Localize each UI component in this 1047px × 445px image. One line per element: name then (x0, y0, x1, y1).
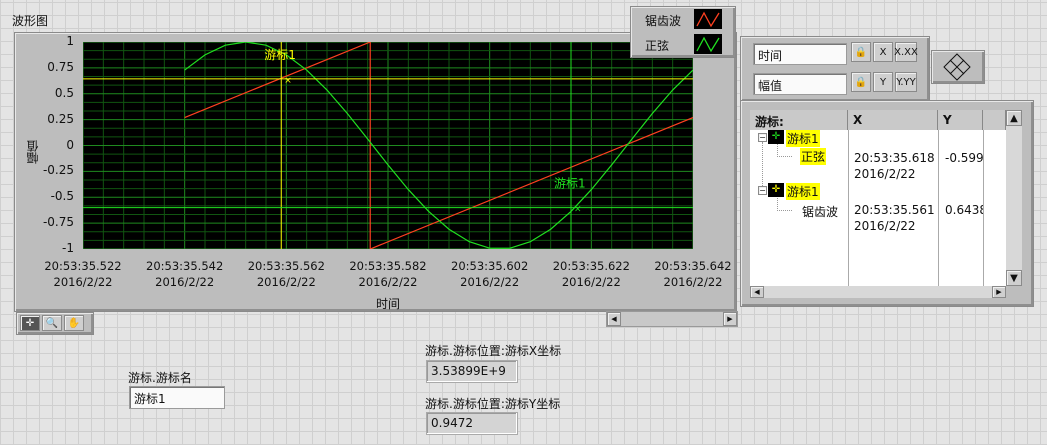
collapse-toggle[interactable]: − (758, 133, 767, 142)
pan-tool-icon[interactable]: ✋ (64, 315, 84, 331)
x-tick-label: 20:53:35.522 2016/2/22 (44, 259, 122, 289)
graph-palette: ✛ 🔍 ✋ (16, 312, 94, 335)
y-tick-label: 0.5 (54, 85, 74, 100)
plot-name[interactable]: 锯齿波 (802, 203, 838, 220)
graph-x-scrollbar[interactable]: ◀ ▶ (606, 311, 738, 327)
y-tick-label: -1 (62, 241, 74, 255)
cursor-name[interactable]: 游标1 (786, 130, 820, 147)
x-tick-label: 20:53:35.642 2016/2/22 (654, 259, 732, 289)
x-tick-label: 20:53:35.622 2016/2/22 (552, 259, 630, 289)
y-autoscale-button[interactable]: Y (873, 72, 893, 92)
x-scale-name[interactable]: 时间 (753, 43, 847, 65)
cursor-style-icon[interactable]: ✛ (768, 130, 784, 144)
y-tick-label: 0.25 (47, 111, 74, 126)
header-y[interactable]: Y (938, 110, 983, 130)
y-lock-button[interactable]: 🔒 (851, 72, 871, 92)
column-divider (848, 130, 849, 286)
cursor-table: 游标: X Y − ✛ 游标1 正弦 20:53:35.618 2016/2/2… (750, 110, 1006, 286)
cursor-label: 游标1 (264, 48, 296, 62)
scroll-right-button[interactable]: ▶ (723, 312, 737, 326)
cursor-style-icon[interactable]: ✛ (768, 183, 784, 197)
y-scale-name[interactable]: 幅值 (753, 73, 847, 95)
x-tick-label: 20:53:35.602 2016/2/22 (451, 259, 529, 289)
x-tick-label: 20:53:35.582 2016/2/22 (349, 259, 427, 289)
scroll-down-button[interactable]: ▼ (1006, 270, 1022, 286)
y-tick-label: -0.25 (42, 163, 74, 178)
legend-swatch-sine[interactable] (694, 34, 722, 54)
cursor-mover-button[interactable] (931, 50, 985, 84)
collapse-toggle[interactable]: − (758, 186, 767, 195)
plot-legend: 锯齿波 正弦 (630, 6, 736, 58)
cursor-x-indicator: 3.53899E+9 (426, 360, 518, 383)
cursor-x-label: 游标.游标位置:游标X坐标 (425, 344, 562, 358)
scroll-left-button[interactable]: ◀ (750, 286, 764, 298)
cursor-name-field[interactable]: 游标1 (129, 386, 225, 409)
y-tick-label: 1 (66, 34, 74, 48)
cursor-point-marker: × (284, 76, 292, 86)
y-tick-label: 0 (66, 137, 74, 152)
cursor-y-value: 0.6438 (945, 203, 983, 217)
y-tick-label: 0.75 (47, 59, 74, 74)
y-tick-label: -0.5 (50, 189, 74, 204)
header-x[interactable]: X (848, 110, 938, 130)
plot-area[interactable]: × 游标1 × 游标1 (83, 42, 693, 249)
column-divider (938, 130, 939, 286)
cursor-x-time: 20:53:35.618 (854, 151, 935, 165)
cursor-y-value: -0.5999 (945, 151, 983, 165)
diamond-move-icon (943, 53, 971, 81)
legend-swatch-sawtooth[interactable] (694, 9, 722, 29)
x-format-button[interactable]: X.XX (894, 42, 918, 62)
y-tick-label: -0.75 (42, 215, 74, 230)
table-h-scrollbar[interactable]: ◀ ▶ (750, 286, 1006, 298)
x-autoscale-button[interactable]: X (873, 42, 893, 62)
cursor-name[interactable]: 游标1 (786, 183, 820, 200)
x-tick-label: 20:53:35.542 2016/2/22 (146, 259, 224, 289)
column-divider (983, 130, 984, 286)
legend-label-sine: 正弦 (645, 39, 670, 53)
x-lock-button[interactable]: 🔒 (851, 42, 871, 62)
scroll-left-button[interactable]: ◀ (607, 312, 621, 326)
x-axis-label: 时间 (376, 297, 401, 311)
cursor-x-time: 20:53:35.561 (854, 203, 935, 217)
cursor-x-date: 2016/2/22 (854, 167, 916, 181)
cursor-name-label: 游标.游标名 (128, 371, 192, 385)
tree-line (762, 142, 763, 190)
scroll-right-button[interactable]: ▶ (992, 286, 1006, 298)
zoom-tool-icon[interactable]: 🔍 (42, 315, 62, 331)
header-cursor[interactable]: 游标: (750, 110, 848, 130)
header-empty (983, 110, 1006, 130)
graph-title: 波形图 (12, 14, 49, 28)
table-v-scrollbar[interactable]: ▲ ▼ (1006, 110, 1022, 286)
x-tick-label: 20:53:35.562 2016/2/22 (247, 259, 325, 289)
cursor-x-date: 2016/2/22 (854, 219, 916, 233)
legend-label-sawtooth: 锯齿波 (645, 14, 682, 28)
cursor-y-label: 游标.游标位置:游标Y坐标 (425, 397, 561, 411)
cursor-tool-icon[interactable]: ✛ (20, 315, 40, 331)
plot-name[interactable]: 正弦 (800, 148, 827, 165)
scroll-up-button[interactable]: ▲ (1006, 110, 1022, 126)
cursor-point-marker: × (574, 205, 582, 215)
scale-legend: 时间 🔒 X X.XX 幅值 🔒 Y Y.YY (740, 36, 930, 102)
cursor-label: 游标1 (554, 177, 586, 191)
y-format-button[interactable]: Y.YY (895, 72, 917, 92)
cursor-y-indicator: 0.9472 (426, 412, 518, 435)
